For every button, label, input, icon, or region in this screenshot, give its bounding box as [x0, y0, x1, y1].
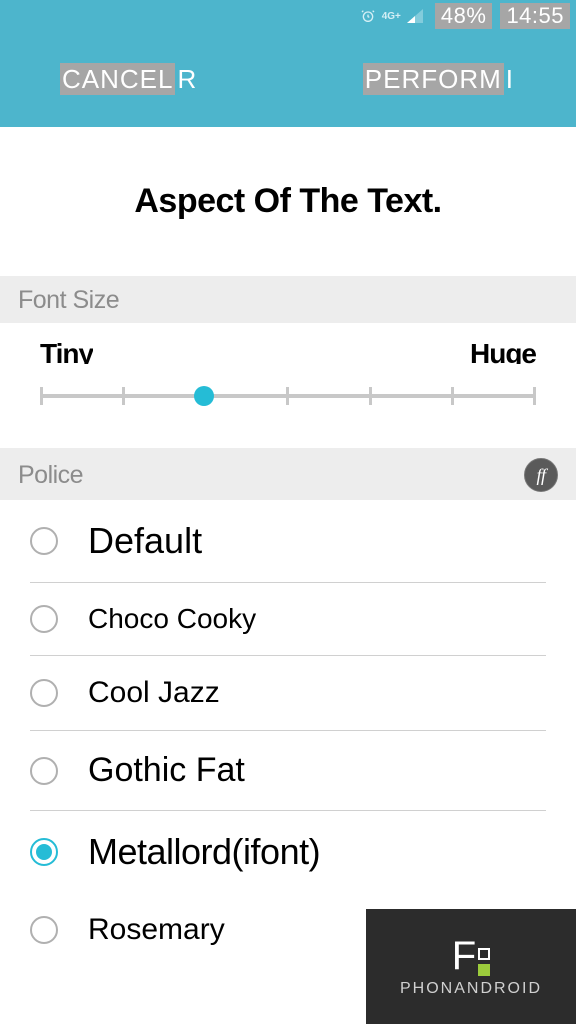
status-time: 14:55 [500, 3, 570, 29]
slider-tick [286, 387, 289, 405]
slider-tick [451, 387, 454, 405]
font-name-label: Gothic Fat [88, 751, 245, 790]
alarm-icon [360, 8, 376, 24]
header-toolbar: CANCELR PERFORMI [0, 32, 576, 127]
radio-icon [30, 605, 58, 633]
slider-track [40, 394, 536, 398]
network-4g-icon: 4G+ [382, 11, 401, 22]
slider-tick [40, 387, 43, 405]
cancel-label-tail: R [175, 63, 199, 95]
perform-label-tail: I [504, 63, 516, 95]
font-size-section-header: Font Size [0, 276, 576, 323]
font-name-label: Rosemary [88, 913, 225, 947]
radio-icon [30, 757, 58, 785]
slider-thumb[interactable] [194, 386, 214, 406]
cancel-label-main: CANCEL [60, 63, 175, 95]
slider-min-label: Tiny [40, 338, 93, 364]
perform-label-main: PERFORM [363, 63, 504, 95]
font-name-label: Metallord(ifont) [88, 831, 320, 873]
battery-percentage: 48% [435, 3, 493, 29]
font-item-choco-cooky[interactable]: Choco Cooky [30, 583, 546, 656]
radio-icon [30, 679, 58, 707]
watermark-box-white [478, 948, 490, 960]
slider-labels: Tiny Huge [0, 323, 576, 364]
font-store-icon[interactable]: ff [524, 458, 558, 492]
radio-icon-selected [30, 838, 58, 866]
font-item-metallord[interactable]: Metallord(ifont) [30, 811, 546, 893]
status-bar: 4G+ 48% 14:55 [0, 0, 576, 32]
cancel-button[interactable]: CANCELR [60, 64, 199, 95]
slider-tick [533, 387, 536, 405]
font-item-cool-jazz[interactable]: Cool Jazz [30, 656, 546, 731]
radio-icon [30, 916, 58, 944]
watermark-box-green [478, 964, 490, 976]
watermark-logo: F [452, 936, 490, 976]
font-name-label: Default [88, 520, 202, 562]
font-item-gothic-fat[interactable]: Gothic Fat [30, 731, 546, 811]
slider-max-label: Huge [470, 338, 536, 364]
perform-button[interactable]: PERFORMI [363, 64, 516, 95]
watermark-f-icon: F [452, 936, 476, 976]
watermark: F PHONANDROID [366, 909, 576, 1024]
slider-tick [369, 387, 372, 405]
radio-icon [30, 527, 58, 555]
font-item-default[interactable]: Default [30, 500, 546, 583]
slider-ticks [40, 387, 536, 405]
watermark-text: PHONANDROID [400, 980, 542, 998]
police-label: Police [18, 461, 83, 490]
status-icons: 4G+ [360, 8, 423, 24]
font-name-label: Choco Cooky [88, 603, 256, 635]
font-name-label: Cool Jazz [88, 676, 220, 710]
preview-text: Aspect Of The Text. [0, 127, 576, 276]
watermark-boxes [478, 948, 490, 976]
police-section-header: Police ff [0, 448, 576, 500]
font-size-slider[interactable] [0, 364, 576, 448]
font-size-section: Tiny Huge [0, 323, 576, 448]
font-size-label: Font Size [18, 286, 119, 315]
signal-icon [407, 9, 423, 23]
slider-tick [122, 387, 125, 405]
